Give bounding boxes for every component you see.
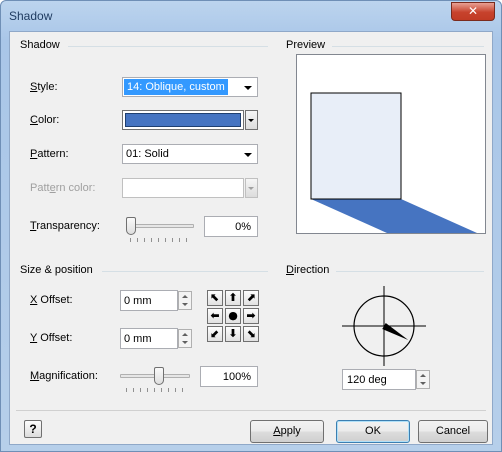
- shadow-group-divider: [68, 46, 268, 47]
- nudge-up-right-icon: ⬈: [246, 291, 256, 304]
- color-label: Color:: [30, 114, 60, 126]
- nudge-center-button[interactable]: ●: [225, 308, 241, 324]
- magnification-slider-ticks: [126, 388, 186, 392]
- dialog-body: Shadow Style: 14: Oblique, custom Color:…: [9, 31, 493, 445]
- nudge-right-button[interactable]: ➡: [243, 308, 259, 324]
- nudge-up-left-icon: ⬉: [210, 291, 220, 304]
- cancel-button[interactable]: Cancel: [418, 420, 488, 443]
- direction-group-divider: [336, 271, 484, 272]
- preview-canvas: [310, 92, 477, 233]
- pattern-selected-value: 01: Solid: [126, 148, 169, 160]
- pattern-dropdown[interactable]: 01: Solid: [122, 144, 258, 164]
- spin-up-icon: [182, 295, 188, 298]
- nudge-down-left-icon: ⬋: [210, 327, 220, 340]
- nudge-left-icon: ⬅: [210, 309, 220, 322]
- chevron-down-icon: [244, 153, 252, 157]
- preview-group-divider: [332, 46, 484, 47]
- chevron-down-icon: [244, 86, 252, 90]
- nudge-down-left-button[interactable]: ⬋: [207, 326, 223, 342]
- help-icon: ?: [29, 422, 37, 436]
- chevron-down-icon: [248, 187, 254, 190]
- y-offset-label: Y Offset:: [30, 332, 73, 344]
- style-selected-value: 14: Oblique, custom: [124, 79, 228, 95]
- nudge-up-right-button[interactable]: ⬈: [243, 290, 259, 306]
- direction-group-title: Direction: [286, 264, 330, 276]
- magnification-label: Magnification:: [30, 370, 98, 382]
- direction-angle-spinner[interactable]: [416, 370, 430, 389]
- shadow-preview: [296, 54, 486, 234]
- spin-down-icon: [182, 341, 188, 344]
- preview-square-shape: [310, 92, 402, 200]
- footer-separator: [16, 410, 486, 411]
- shadow-group-title: Shadow: [20, 39, 60, 51]
- transparency-slider-thumb[interactable]: [126, 217, 136, 235]
- nudge-right-icon: ➡: [246, 309, 256, 322]
- close-button[interactable]: ✕: [451, 2, 495, 21]
- nudge-down-icon: ⬇: [228, 327, 238, 340]
- nudge-left-button[interactable]: ⬅: [207, 308, 223, 324]
- direction-dial[interactable]: [340, 284, 428, 368]
- x-offset-input[interactable]: 0 mm: [120, 290, 178, 311]
- nudge-down-right-button[interactable]: ⬊: [243, 326, 259, 342]
- nudge-up-left-button[interactable]: ⬉: [207, 290, 223, 306]
- pattern-color-label: Pattern color:: [30, 182, 96, 194]
- title-bar: Shadow ✕: [1, 1, 501, 31]
- pattern-color-dropdown-button: [245, 178, 258, 198]
- color-dropdown-button[interactable]: [245, 110, 258, 130]
- pattern-color-picker: [122, 178, 244, 198]
- color-swatch: [125, 113, 241, 127]
- y-offset-spinner[interactable]: [178, 329, 192, 348]
- style-dropdown[interactable]: 14: Oblique, custom: [122, 77, 258, 97]
- transparency-slider-ticks: [130, 238, 190, 242]
- ok-button[interactable]: OK: [336, 420, 410, 443]
- nudge-up-icon: ⬆: [228, 291, 238, 304]
- x-offset-spinner[interactable]: [178, 291, 192, 310]
- nudge-center-icon: ●: [228, 309, 238, 322]
- magnification-input[interactable]: 100%: [200, 366, 258, 387]
- spin-down-icon: [420, 382, 426, 385]
- spin-up-icon: [420, 374, 426, 377]
- direction-angle-input[interactable]: 120 deg: [342, 369, 416, 390]
- shadow-dialog: Shadow ✕ Shadow Style: 14: Oblique, cust…: [0, 0, 502, 452]
- y-offset-input[interactable]: 0 mm: [120, 328, 178, 349]
- transparency-label: Transparency:: [30, 220, 100, 232]
- style-label: Style:: [30, 81, 58, 93]
- spin-down-icon: [182, 303, 188, 306]
- chevron-down-icon: [248, 119, 254, 122]
- close-icon: ✕: [467, 4, 479, 18]
- help-button[interactable]: ?: [24, 420, 42, 438]
- window-title: Shadow: [9, 9, 53, 23]
- pattern-label: Pattern:: [30, 148, 69, 160]
- spin-up-icon: [182, 333, 188, 336]
- color-picker[interactable]: [122, 110, 244, 130]
- nudge-up-button[interactable]: ⬆: [225, 290, 241, 306]
- size-position-group-title: Size & position: [20, 264, 93, 276]
- nudge-down-button[interactable]: ⬇: [225, 326, 241, 342]
- x-offset-label: X Offset:: [30, 294, 73, 306]
- nudge-down-right-icon: ⬊: [246, 327, 256, 340]
- transparency-slider-track[interactable]: [126, 224, 194, 228]
- preview-shadow-shape: [311, 199, 477, 233]
- size-position-group-divider: [102, 271, 268, 272]
- apply-button[interactable]: Apply: [250, 420, 324, 443]
- preview-group-title: Preview: [286, 39, 326, 51]
- magnification-slider-thumb[interactable]: [154, 367, 164, 385]
- transparency-input[interactable]: 0%: [204, 216, 258, 237]
